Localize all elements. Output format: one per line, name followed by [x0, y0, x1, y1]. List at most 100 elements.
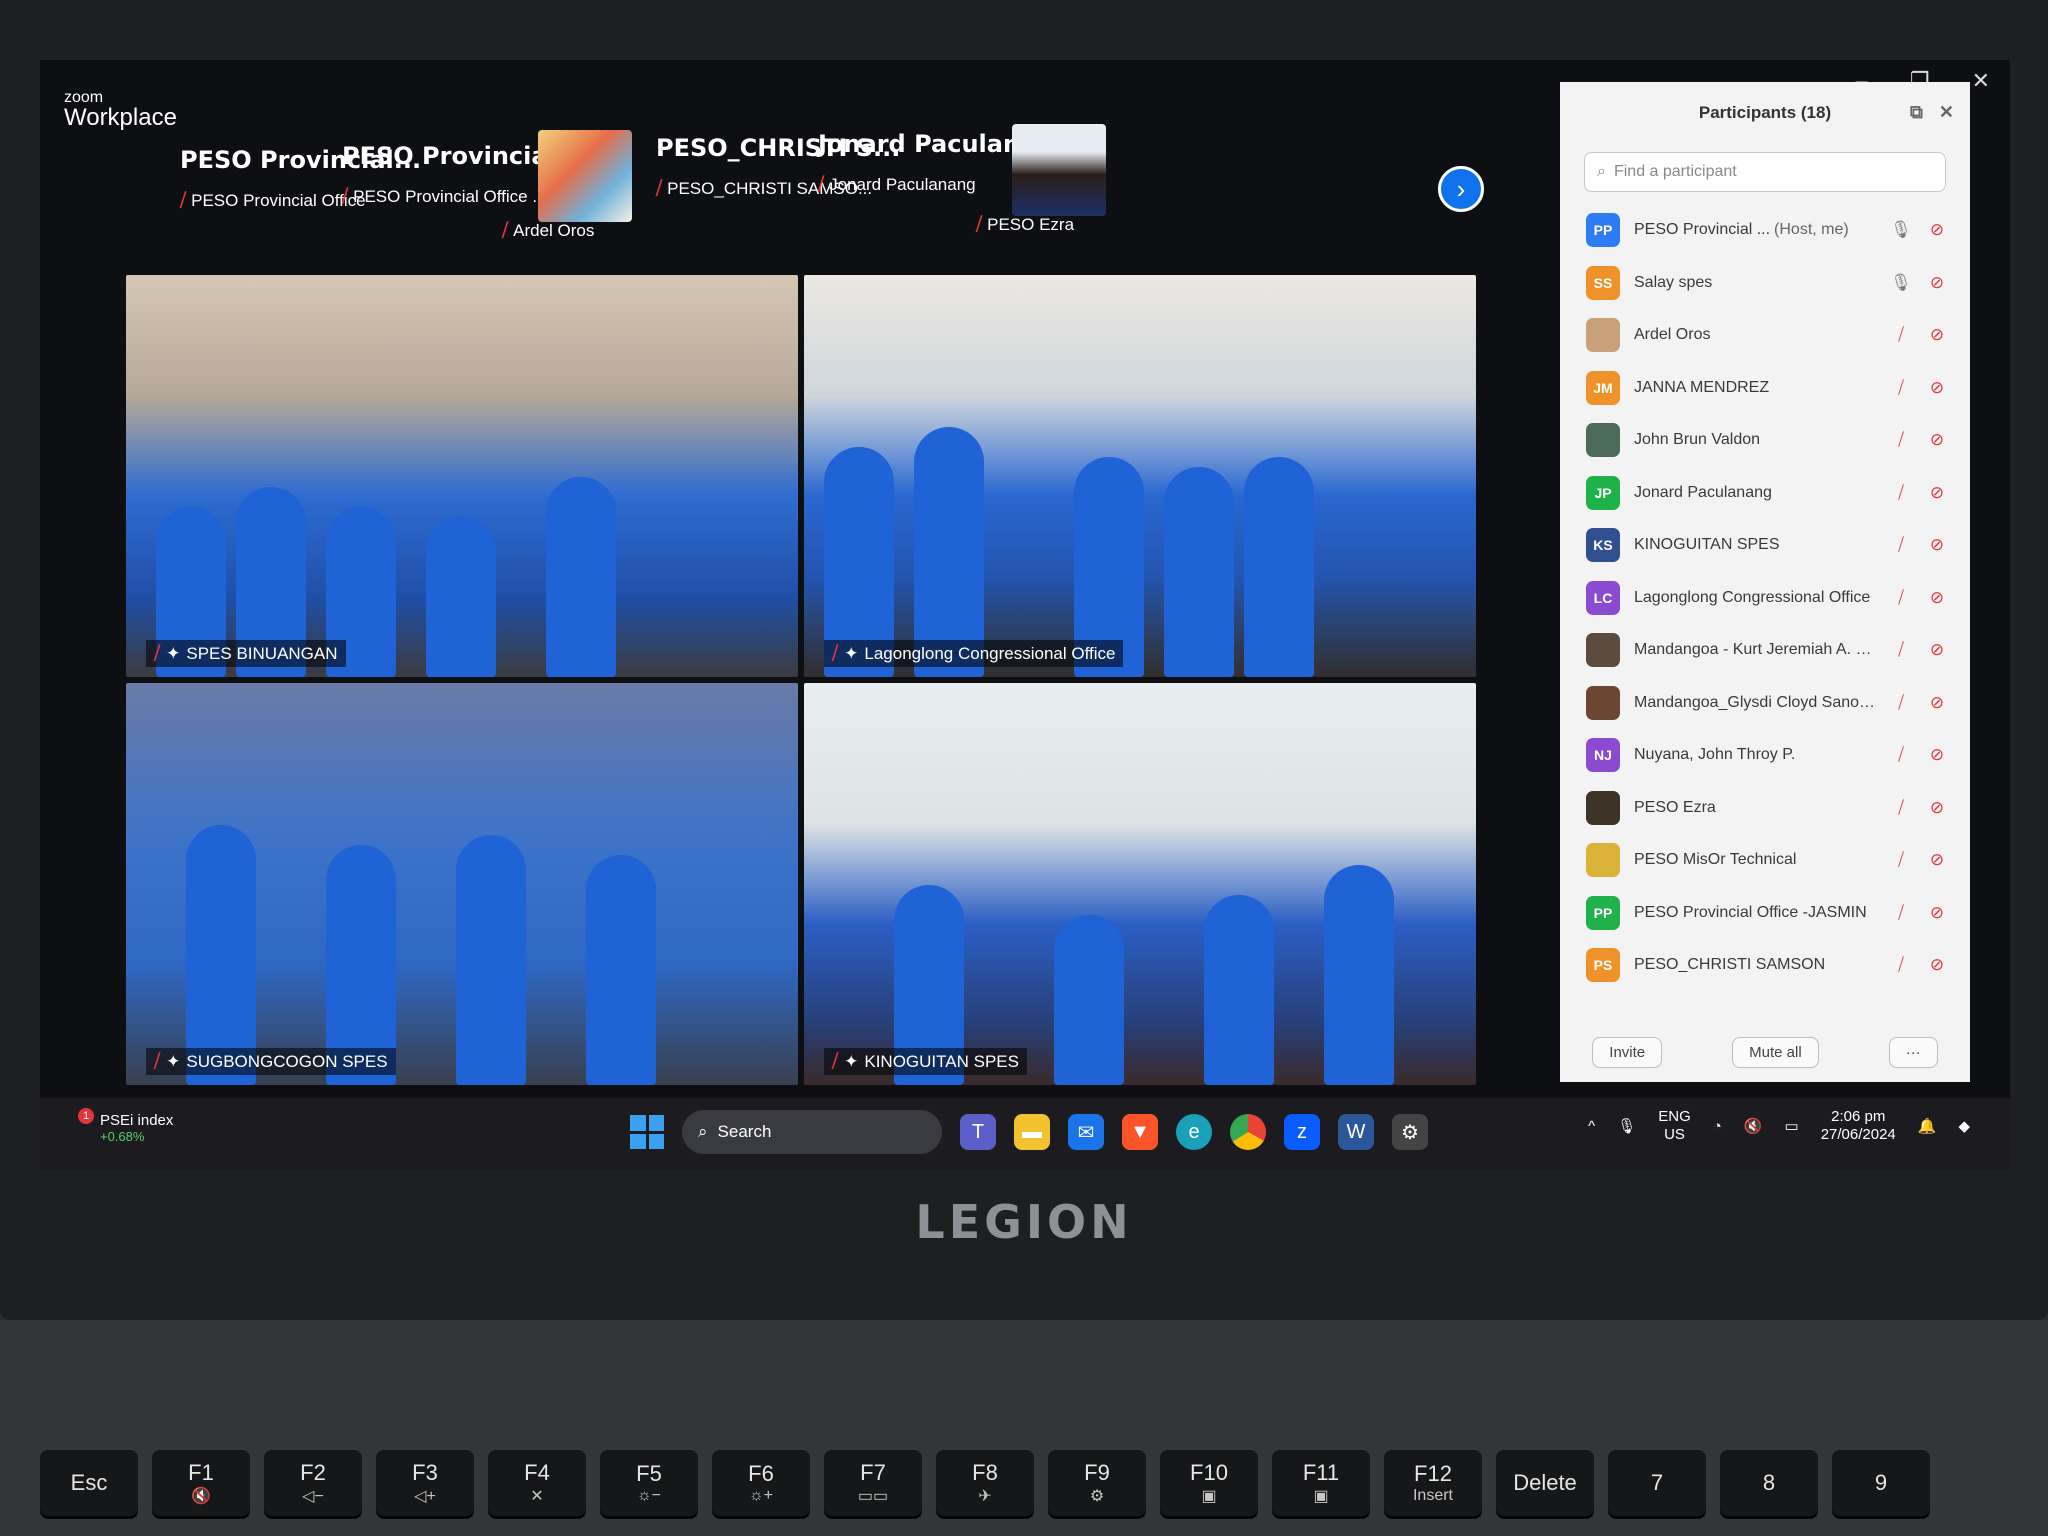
zoom-app-icon[interactable]: z — [1284, 1114, 1320, 1150]
camera-off-icon[interactable]: ⊘ — [1926, 220, 1948, 240]
mic-muted-icon[interactable]: ⧸ — [1890, 640, 1912, 660]
camera-off-icon[interactable]: ⊘ — [1926, 798, 1948, 818]
key-sublabel: Insert — [1412, 1487, 1453, 1504]
participant-row[interactable]: PS PESO_CHRISTI SAMSON ⧸ ⊘ — [1560, 939, 1970, 992]
participant-row[interactable]: PP PESO Provincial ... (Host, me) 🎙 ⊘ — [1560, 204, 1970, 257]
mic-muted-icon[interactable]: ⧸ — [1890, 745, 1912, 765]
camera-off-icon[interactable]: ⊘ — [1926, 955, 1948, 975]
participant-row[interactable]: KS KINOGUITAN SPES ⧸ ⊘ — [1560, 519, 1970, 572]
word-icon[interactable]: W — [1338, 1114, 1374, 1150]
participant-row[interactable]: JP Jonard Paculanang ⧸ ⊘ — [1560, 467, 1970, 520]
notification-bell-icon[interactable]: 🔔 — [1918, 1117, 1937, 1135]
participant-name: PESO Ezra — [987, 214, 1075, 234]
video-tile[interactable]: ⧸ ✦ Lagonglong Congressional Office — [804, 275, 1476, 677]
participant-row[interactable]: PESO Ezra ⧸ ⊘ — [1560, 782, 1970, 835]
camera-off-icon[interactable]: ⊘ — [1926, 535, 1948, 555]
settings-gear-icon[interactable]: ⚙ — [1392, 1114, 1428, 1150]
clock[interactable]: 2:06 pm 27/06/2024 — [1821, 1108, 1896, 1144]
participant-name: Nuyana, John Throy P. — [1634, 746, 1876, 764]
participant-row[interactable]: John Brun Valdon ⧸ ⊘ — [1560, 414, 1970, 467]
participant-row[interactable]: PP PESO Provincial Office -JASMIN ⧸ ⊘ — [1560, 887, 1970, 940]
camera-off-icon[interactable]: ⊘ — [1926, 430, 1948, 450]
taskbar-search[interactable]: ⌕ Search — [682, 1110, 942, 1154]
mute-all-button[interactable]: Mute all — [1732, 1037, 1819, 1068]
pin-icon: ✦ — [166, 1051, 181, 1071]
video-person — [456, 835, 526, 1085]
language-indicator[interactable]: ENG US — [1658, 1108, 1691, 1144]
mic-muted-icon: ⧸ — [976, 214, 983, 234]
camera-off-icon[interactable]: ⊘ — [1926, 745, 1948, 765]
microphone-icon[interactable]: 🎙 — [1890, 273, 1912, 293]
copilot-icon[interactable]: ◆ — [1958, 1117, 1970, 1135]
camera-off-icon[interactable]: ⊘ — [1926, 640, 1948, 660]
video-tile[interactable]: ⧸ ✦ SPES BINUANGAN — [126, 275, 798, 677]
camera-off-icon[interactable]: ⊘ — [1926, 903, 1948, 923]
participant-row[interactable]: LC Lagonglong Congressional Office ⧸ ⊘ — [1560, 572, 1970, 625]
windows-start-icon[interactable] — [630, 1115, 664, 1149]
search-input[interactable]: Find a participant — [1614, 163, 1737, 181]
chevron-up-icon[interactable]: ^ — [1588, 1118, 1595, 1135]
key-sublabel: ▭▭ — [857, 1488, 889, 1505]
camera-off-icon[interactable]: ⊘ — [1926, 483, 1948, 503]
mail-icon[interactable]: ✉ — [1068, 1114, 1104, 1150]
popout-icon[interactable]: ⧉ — [1910, 102, 1923, 123]
mic-muted-icon[interactable]: ⧸ — [1890, 430, 1912, 450]
close-icon[interactable]: ✕ — [1939, 102, 1954, 123]
mic-muted-icon[interactable]: ⧸ — [1890, 325, 1912, 345]
camera-off-icon[interactable]: ⊘ — [1926, 588, 1948, 608]
participant-row[interactable]: Mandangoa_Glysdi Cloyd Sanoria ⧸ ⊘ — [1560, 677, 1970, 730]
video-tile[interactable]: ⧸ ✦ KINOGUITAN SPES — [804, 683, 1476, 1085]
teams-icon[interactable]: T — [960, 1114, 996, 1150]
key-sublabel: ✕ — [530, 1488, 544, 1505]
camera-off-icon[interactable]: ⊘ — [1926, 378, 1948, 398]
camera-off-icon[interactable]: ⊘ — [1926, 325, 1948, 345]
participant-row[interactable]: SS Salay spes 🎙 ⊘ — [1560, 257, 1970, 310]
participant-name: KINOGUITAN SPES — [1634, 536, 1876, 554]
mic-muted-icon[interactable]: ⧸ — [1890, 850, 1912, 870]
camera-off-icon[interactable]: ⊘ — [1926, 273, 1948, 293]
participant-name: PESO Provincial Office -JASMIN — [1634, 904, 1876, 922]
mic-muted-icon[interactable]: ⧸ — [1890, 798, 1912, 818]
mic-muted-icon[interactable]: ⧸ — [1890, 535, 1912, 555]
participant-name: Mandangoa - Kurt Jeremiah A. R... — [1634, 641, 1876, 659]
more-options-button[interactable]: ··· — [1888, 1037, 1938, 1068]
file-explorer-icon[interactable]: ▬ — [1014, 1114, 1050, 1150]
edge-icon[interactable]: e — [1176, 1114, 1212, 1150]
mic-muted-icon: ⧸ — [656, 178, 663, 198]
camera-off-icon[interactable]: ⊘ — [1926, 693, 1948, 713]
chrome-icon[interactable] — [1230, 1114, 1266, 1150]
close-button[interactable]: ✕ — [1972, 68, 1990, 94]
participant-row[interactable]: PESO MisOr Technical ⧸ ⊘ — [1560, 834, 1970, 887]
strip-tile[interactable]: ⧸ PESO Ezra — [976, 178, 1074, 235]
mic-muted-icon[interactable]: ⧸ — [1890, 693, 1912, 713]
video-tile[interactable]: ⧸ ✦ SUGBONGCOGON SPES — [126, 683, 798, 1085]
invite-button[interactable]: Invite — [1592, 1037, 1663, 1068]
brave-icon[interactable]: ▼ — [1122, 1114, 1158, 1150]
video-person — [1244, 457, 1314, 677]
participant-search[interactable]: ⌕ Find a participant — [1584, 152, 1946, 192]
mic-muted-icon[interactable]: ⧸ — [1890, 588, 1912, 608]
mic-muted-icon[interactable]: ⧸ — [1890, 378, 1912, 398]
participant-row[interactable]: JM JANNA MENDREZ ⧸ ⊘ — [1560, 362, 1970, 415]
strip-tile[interactable]: ⧸ Ardel Oros — [502, 182, 594, 241]
stock-name: PSEi index — [100, 1112, 174, 1129]
mic-muted-icon[interactable]: ⧸ — [1890, 955, 1912, 975]
participant-row[interactable]: Mandangoa - Kurt Jeremiah A. R... ⧸ ⊘ — [1560, 624, 1970, 677]
keyboard-key: F1 🔇 — [152, 1450, 250, 1516]
participant-list: PP PESO Provincial ... (Host, me) 🎙 ⊘ SS Salay… — [1560, 204, 1970, 992]
mic-muted-icon[interactable]: ⧸ — [1890, 483, 1912, 503]
microphone-icon[interactable]: 🎙 — [1890, 220, 1912, 240]
participants-panel: Participants (18) ⧉ ✕ ⌕ Find a participa… — [1560, 82, 1970, 1082]
wifi-icon[interactable]: ◔ — [1713, 1118, 1722, 1135]
next-page-button[interactable]: › — [1438, 166, 1484, 212]
camera-off-icon[interactable]: ⊘ — [1926, 850, 1948, 870]
microphone-icon[interactable]: 🎙 — [1617, 1117, 1636, 1135]
speaker-muted-icon[interactable]: 🔇 — [1744, 1117, 1763, 1135]
participant-name-text: KINOGUITAN SPES — [1634, 536, 1780, 554]
avatar: JM — [1586, 370, 1620, 405]
mic-muted-icon[interactable]: ⧸ — [1890, 903, 1912, 923]
battery-icon[interactable]: ▭ — [1785, 1117, 1799, 1135]
stock-widget[interactable]: 1 PSEi index +0.68% — [78, 1108, 174, 1144]
participant-row[interactable]: Ardel Oros ⧸ ⊘ — [1560, 309, 1970, 362]
participant-row[interactable]: NJ Nuyana, John Throy P. ⧸ ⊘ — [1560, 729, 1970, 782]
